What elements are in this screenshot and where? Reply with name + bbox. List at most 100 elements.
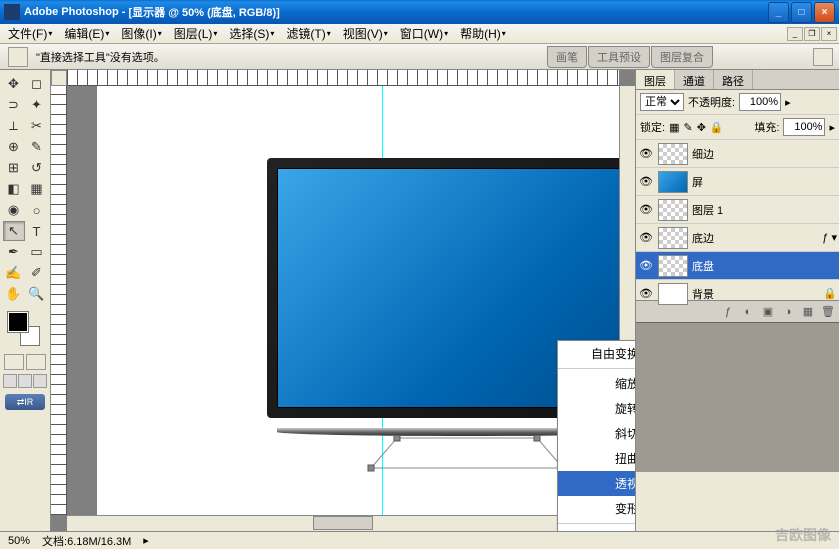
- layer-row[interactable]: 👁 底盘: [636, 252, 839, 280]
- notes-tool[interactable]: ✍: [3, 263, 25, 283]
- layer-thumbnail[interactable]: [658, 283, 688, 305]
- ctx-perspective[interactable]: 透视: [558, 471, 635, 496]
- lock-trans-icon[interactable]: ▦: [669, 121, 679, 134]
- layer-row[interactable]: 👁 细边: [636, 140, 839, 168]
- tab-layers[interactable]: 图层: [636, 70, 675, 89]
- ruler-vertical[interactable]: [51, 86, 67, 515]
- path-select-tool[interactable]: ↖: [3, 221, 25, 241]
- mask-icon[interactable]: ◐: [741, 306, 755, 318]
- menu-edit[interactable]: 编辑(E): [58, 23, 115, 44]
- heal-tool[interactable]: ⊕: [3, 137, 25, 157]
- tool-preset-icon[interactable]: [8, 47, 28, 67]
- filebrowser-icon[interactable]: [813, 48, 833, 66]
- brush-tool[interactable]: ✎: [26, 137, 48, 157]
- tab-paths[interactable]: 路径: [714, 70, 753, 89]
- menu-view[interactable]: 视图(V): [337, 23, 394, 44]
- new-layer-icon[interactable]: ▦: [801, 305, 815, 318]
- pen-tool[interactable]: ✒: [3, 242, 25, 262]
- status-arrow-icon[interactable]: ▸: [143, 534, 149, 547]
- opacity-arrow-icon[interactable]: ▸: [785, 96, 791, 109]
- mdi-close[interactable]: ×: [821, 27, 837, 41]
- ctx-distort[interactable]: 扭曲: [558, 446, 635, 471]
- visibility-icon[interactable]: 👁: [638, 147, 654, 160]
- maximize-button[interactable]: □: [791, 2, 812, 23]
- ctx-freetransform[interactable]: 自由变换路径: [558, 341, 635, 366]
- standard-mode[interactable]: [4, 354, 24, 370]
- eraser-tool[interactable]: ◧: [3, 179, 25, 199]
- ctx-rot180[interactable]: 旋转 180 度: [558, 526, 635, 531]
- menu-image[interactable]: 图像(I): [115, 23, 167, 44]
- screen-full-menu[interactable]: [18, 374, 32, 388]
- ctx-warp[interactable]: 变形: [558, 496, 635, 521]
- tab-toolpreset[interactable]: 工具预设: [588, 46, 650, 68]
- transform-trapezoid[interactable]: [367, 436, 567, 476]
- crop-tool[interactable]: ⟂: [3, 116, 25, 136]
- fx-badge[interactable]: ƒ ▾: [822, 231, 837, 244]
- menu-layer[interactable]: 图层(L): [168, 23, 224, 44]
- quickmask-mode[interactable]: [26, 354, 46, 370]
- stamp-tool[interactable]: ⊞: [3, 158, 25, 178]
- layer-name[interactable]: 底盘: [692, 258, 837, 274]
- menu-help[interactable]: 帮助(H): [454, 23, 512, 44]
- layer-row[interactable]: 👁 图层 1: [636, 196, 839, 224]
- screen-full[interactable]: [33, 374, 47, 388]
- close-button[interactable]: ×: [814, 2, 835, 23]
- history-brush-tool[interactable]: ↺: [26, 158, 48, 178]
- layer-name[interactable]: 屏: [692, 174, 837, 190]
- mdi-restore[interactable]: ❐: [804, 27, 820, 41]
- canvas[interactable]: ← 提示：画一个距形 CTRL+T 右键选透视 拉出梯形 自由变换路径 缩放 旋…: [97, 86, 635, 531]
- menu-window[interactable]: 窗口(W): [394, 23, 454, 44]
- slice-tool[interactable]: ✂: [26, 116, 48, 136]
- zoom-tool[interactable]: 🔍: [26, 284, 48, 304]
- lock-all-icon[interactable]: 🔒: [710, 121, 724, 134]
- tab-channels[interactable]: 通道: [675, 70, 714, 89]
- layer-name[interactable]: 细边: [692, 146, 837, 162]
- minimize-button[interactable]: _: [768, 2, 789, 23]
- lasso-tool[interactable]: ⊃: [3, 95, 25, 115]
- eyedropper-tool[interactable]: ✐: [26, 263, 48, 283]
- layer-thumbnail[interactable]: [658, 227, 688, 249]
- ctx-skew[interactable]: 斜切: [558, 421, 635, 446]
- tab-layercomp[interactable]: 图层复合: [651, 46, 713, 68]
- ruler-horizontal[interactable]: [67, 70, 619, 86]
- layer-name[interactable]: 图层 1: [692, 202, 837, 218]
- lock-pixels-icon[interactable]: ✎: [683, 121, 692, 134]
- layer-name[interactable]: 底边: [692, 230, 818, 246]
- adjust-icon[interactable]: ◑: [781, 306, 795, 318]
- imageready-button[interactable]: ⇄IR: [5, 394, 45, 410]
- tab-brush[interactable]: 画笔: [547, 46, 587, 68]
- gradient-tool[interactable]: ▦: [26, 179, 48, 199]
- dodge-tool[interactable]: ○: [26, 200, 48, 220]
- folder-icon[interactable]: ▣: [761, 305, 775, 318]
- visibility-icon[interactable]: 👁: [638, 231, 654, 244]
- scrollbar-horizontal[interactable]: [67, 515, 619, 531]
- zoom-level[interactable]: 50%: [8, 535, 30, 547]
- trash-icon[interactable]: 🗑: [821, 305, 835, 318]
- lock-pos-icon[interactable]: ✥: [697, 121, 706, 134]
- type-tool[interactable]: T: [26, 221, 48, 241]
- menu-file[interactable]: 文件(F): [2, 23, 58, 44]
- visibility-icon[interactable]: 👁: [638, 259, 654, 272]
- screen-std[interactable]: [3, 374, 17, 388]
- mdi-minimize[interactable]: _: [787, 27, 803, 41]
- hand-tool[interactable]: ✋: [3, 284, 25, 304]
- blur-tool[interactable]: ◉: [3, 200, 25, 220]
- layer-row[interactable]: 👁屏: [636, 168, 839, 196]
- foreground-color[interactable]: [8, 312, 28, 332]
- layer-thumbnail[interactable]: [658, 143, 688, 165]
- opacity-input[interactable]: [739, 93, 781, 111]
- marquee-tool[interactable]: ◻: [26, 74, 48, 94]
- visibility-icon[interactable]: 👁: [638, 203, 654, 216]
- wand-tool[interactable]: ✦: [26, 95, 48, 115]
- fill-arrow-icon[interactable]: ▸: [829, 121, 835, 134]
- ctx-scale[interactable]: 缩放: [558, 371, 635, 396]
- ctx-rotate[interactable]: 旋转: [558, 396, 635, 421]
- shape-tool[interactable]: ▭: [26, 242, 48, 262]
- layer-thumbnail[interactable]: [658, 255, 688, 277]
- blend-mode-select[interactable]: 正常: [640, 93, 684, 111]
- move-tool[interactable]: ✥: [3, 74, 25, 94]
- visibility-icon[interactable]: 👁: [638, 175, 654, 188]
- layer-thumbnail[interactable]: [658, 199, 688, 221]
- layer-name[interactable]: 背景: [692, 286, 819, 302]
- visibility-icon[interactable]: 👁: [638, 287, 654, 300]
